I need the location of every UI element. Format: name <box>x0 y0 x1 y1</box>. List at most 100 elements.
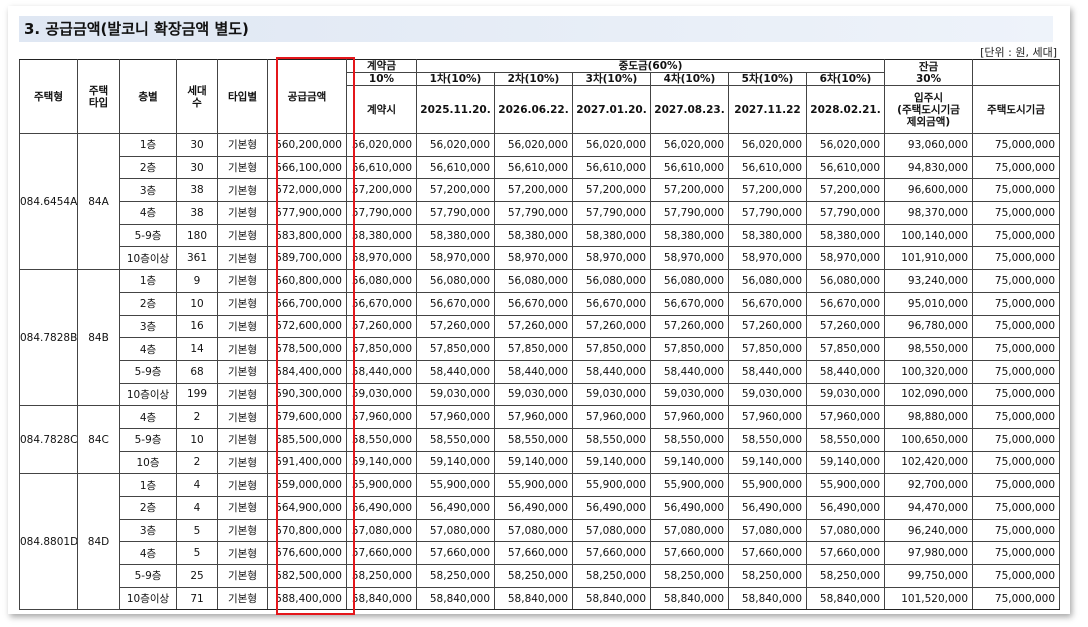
balance-amount-cell: 96,780,000 <box>884 314 974 339</box>
type-cell: 기본형 <box>217 314 268 339</box>
middle-installment-2-cell: 57,960,000 <box>494 405 573 429</box>
households-cell: 10 <box>176 427 218 452</box>
contract-amount-cell: 58,550,000 <box>346 427 417 452</box>
table-row: 4층 14 기본형 578,500,000 57,850,000 57,850,000 57… <box>20 337 1061 361</box>
contract-amount-cell: 59,030,000 <box>346 382 417 407</box>
middle-installment-4-cell: 58,970,000 <box>650 246 729 271</box>
floor-cell: 2층 <box>119 496 177 520</box>
middle-installment-2-cell: 57,200,000 <box>494 178 573 203</box>
type-cell: 기본형 <box>217 269 268 293</box>
header-row-1: 주택형 주택 타입 층별 세대 수 타입별 공급금액 계약금 중도금(60%) 잔금… <box>19 59 1061 134</box>
middle-installment-5-cell: 58,250,000 <box>728 564 807 588</box>
balance-amount-cell: 99,750,000 <box>884 564 974 588</box>
house-subtype-cell: 84B <box>77 269 120 407</box>
middle-installment-5-cell: 58,840,000 <box>728 586 807 611</box>
middle-installment-6-cell: 56,610,000 <box>805 155 886 180</box>
households-cell: 2 <box>176 450 218 475</box>
house-subtype-cell: 84A <box>77 132 120 271</box>
table-row: 5-9층 180 기본형 583,800,000 58,380,000 58,380,00… <box>20 223 1061 248</box>
middle-installment-6-cell: 56,490,000 <box>805 496 886 520</box>
middle-installment-6-cell: 58,970,000 <box>805 246 886 271</box>
type-cell: 기본형 <box>217 382 268 407</box>
house-subtype-cell: 84D <box>77 473 120 611</box>
contract-amount-cell: 57,200,000 <box>346 178 417 203</box>
type-cell: 기본형 <box>217 541 268 566</box>
table-row: 5-9층 10 기본형 585,500,000 58,550,000 58,550,000… <box>20 427 1061 452</box>
contract-amount-cell: 57,960,000 <box>346 405 417 429</box>
contract-amount-cell: 59,140,000 <box>346 450 417 475</box>
middle-installment-5-cell: 58,550,000 <box>728 427 807 452</box>
contract-amount-cell: 57,660,000 <box>346 541 417 566</box>
supply-amount-cell: 588,400,000 <box>267 586 347 611</box>
households-cell: 180 <box>176 223 218 248</box>
floor-cell: 4층 <box>119 201 177 225</box>
col-middle-5-date: 2027.11.22 <box>728 85 807 134</box>
house-subtype-cell: 84C <box>77 405 120 475</box>
col-floor: 층별 <box>119 59 177 134</box>
type-cell: 기본형 <box>217 473 268 497</box>
type-cell: 기본형 <box>217 405 268 429</box>
balance-amount-cell: 94,470,000 <box>884 496 974 520</box>
floor-cell: 2층 <box>119 291 177 316</box>
middle-installment-3-cell: 59,140,000 <box>572 450 651 475</box>
middle-installment-3-cell: 56,490,000 <box>572 496 651 520</box>
fund-amount-cell: 75,000,000 <box>972 405 1061 429</box>
supply-amount-cell: 560,800,000 <box>267 269 347 293</box>
middle-installment-6-cell: 57,790,000 <box>805 201 886 225</box>
middle-installment-3-cell: 57,790,000 <box>572 201 651 225</box>
fund-amount-cell: 75,000,000 <box>972 133 1061 157</box>
supply-amount-cell: 578,500,000 <box>267 337 347 361</box>
col-balance-when: 입주시 (주택도시기금 제외금액) <box>884 85 974 134</box>
middle-installment-4-cell: 57,660,000 <box>650 541 729 566</box>
table-row: 5-9층 25 기본형 582,500,000 58,250,000 58,250,000… <box>20 564 1061 588</box>
table-row: 2층 10 기본형 566,700,000 56,670,000 56,670,000 56… <box>20 291 1061 316</box>
supply-amount-cell: 564,900,000 <box>267 496 347 520</box>
middle-installment-3-cell: 57,960,000 <box>572 405 651 429</box>
middle-installment-2-cell: 56,080,000 <box>494 269 573 293</box>
middle-installment-6-cell: 57,200,000 <box>805 178 886 203</box>
balance-amount-cell: 95,010,000 <box>884 291 974 316</box>
col-fund: 주택도시기금 <box>972 85 1061 134</box>
middle-installment-4-cell: 58,550,000 <box>650 427 729 452</box>
supply-amount-cell: 590,300,000 <box>267 382 347 407</box>
middle-installment-5-cell: 58,380,000 <box>728 223 807 248</box>
contract-amount-cell: 56,490,000 <box>346 496 417 520</box>
households-cell: 25 <box>176 564 218 588</box>
middle-installment-1-cell: 57,850,000 <box>416 337 495 361</box>
middle-installment-6-cell: 58,250,000 <box>805 564 886 588</box>
middle-installment-2-cell: 58,440,000 <box>494 359 573 384</box>
middle-installment-5-cell: 56,020,000 <box>728 133 807 157</box>
middle-installment-3-cell: 58,250,000 <box>572 564 651 588</box>
middle-installment-2-cell: 56,020,000 <box>494 133 573 157</box>
middle-installment-4-cell: 57,790,000 <box>650 201 729 225</box>
col-contract-when: 계약시 <box>346 85 417 134</box>
floor-cell: 10층 <box>119 450 177 475</box>
middle-installment-3-cell: 56,080,000 <box>572 269 651 293</box>
floor-cell: 3층 <box>119 314 177 339</box>
supply-amount-cell: 582,500,000 <box>267 564 347 588</box>
floor-cell: 3층 <box>119 518 177 543</box>
households-cell: 38 <box>176 178 218 203</box>
floor-cell: 4층 <box>119 337 177 361</box>
table-row: 10층 2 기본형 591,400,000 59,140,000 59,140,000 59… <box>20 450 1061 475</box>
house-type-cell: 084.6454A <box>19 132 78 271</box>
middle-installment-4-cell: 57,200,000 <box>650 178 729 203</box>
balance-amount-cell: 97,980,000 <box>884 541 974 566</box>
middle-installment-4-cell: 59,030,000 <box>650 382 729 407</box>
balance-amount-cell: 100,650,000 <box>884 427 974 452</box>
col-middle-2: 2차(10%) <box>494 72 573 86</box>
middle-installment-4-cell: 58,440,000 <box>650 359 729 384</box>
supply-amount-cell: 589,700,000 <box>267 246 347 271</box>
col-supply-amount: 공급금액 <box>267 59 347 134</box>
fund-amount-cell: 75,000,000 <box>972 427 1061 452</box>
households-cell: 16 <box>176 314 218 339</box>
middle-installment-2-cell: 56,670,000 <box>494 291 573 316</box>
households-cell: 199 <box>176 382 218 407</box>
type-cell: 기본형 <box>217 427 268 452</box>
contract-amount-cell: 56,080,000 <box>346 269 417 293</box>
fund-amount-cell: 75,000,000 <box>972 382 1061 407</box>
middle-installment-5-cell: 59,140,000 <box>728 450 807 475</box>
middle-installment-1-cell: 58,840,000 <box>416 586 495 611</box>
middle-installment-1-cell: 58,550,000 <box>416 427 495 452</box>
balance-amount-cell: 93,060,000 <box>884 133 974 157</box>
